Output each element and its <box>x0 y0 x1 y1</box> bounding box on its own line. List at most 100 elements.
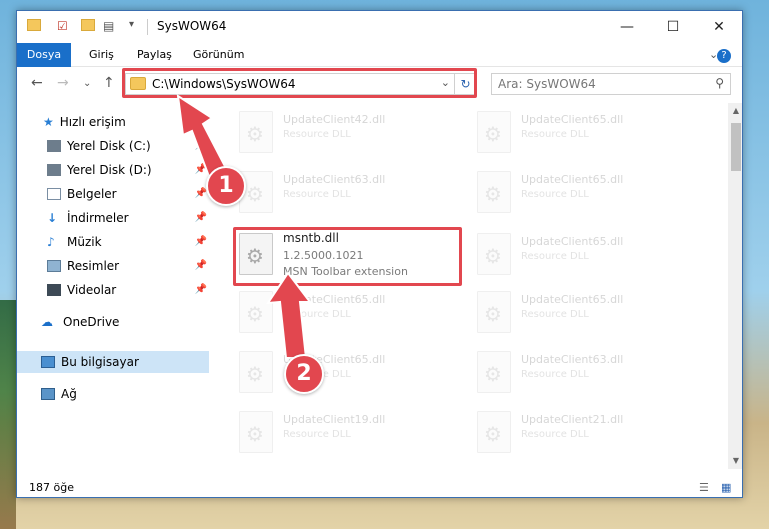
drive-icon <box>47 164 61 176</box>
file-item[interactable]: UpdateClient65.dll Resource DLL <box>473 229 693 281</box>
scroll-up-icon[interactable]: ▲ <box>728 103 742 119</box>
file-item[interactable]: UpdateClient42.dll Resource DLL <box>235 107 455 159</box>
maximize-button[interactable]: ☐ <box>650 11 696 43</box>
help-icon[interactable]: ? <box>717 43 731 67</box>
palm-tree-decoration <box>0 300 16 529</box>
music-note-icon: ♪ <box>47 235 55 249</box>
file-list: UpdateClient42.dll Resource DLL UpdateCl… <box>213 103 728 469</box>
file-item[interactable]: UpdateClient63.dll Resource DLL <box>473 347 693 399</box>
file-item[interactable]: UpdateClient63.dll Resource DLL <box>235 167 455 219</box>
file-name: UpdateClient65.dll <box>521 113 624 126</box>
network-icon <box>41 388 55 400</box>
dll-file-icon <box>477 351 511 393</box>
back-arrow-icon[interactable]: ← <box>31 75 43 91</box>
tab-share[interactable]: Paylaş <box>127 43 182 67</box>
file-item[interactable]: UpdateClient65.dll Resource DLL <box>235 287 455 339</box>
file-name: UpdateClient65.dll <box>283 293 386 306</box>
large-icons-view-icon[interactable]: ▦ <box>721 477 731 497</box>
pin-icon[interactable]: 📌 <box>195 231 207 253</box>
pin-icon[interactable]: 📌 <box>195 279 207 301</box>
up-arrow-icon[interactable]: ↑ <box>103 75 115 91</box>
sidebar-item-disk-d[interactable]: Yerel Disk (D:) 📌 <box>47 159 211 181</box>
file-description: Resource DLL <box>283 429 351 440</box>
properties-icon[interactable]: ☑ <box>57 19 68 33</box>
quick-access-dropdown-icon[interactable]: ▾ <box>129 19 134 30</box>
details-view-icon[interactable]: ☰ <box>699 477 709 497</box>
download-arrow-icon: ↓ <box>47 211 58 225</box>
sidebar-item-music[interactable]: ♪ Müzik 📌 <box>47 231 211 253</box>
file-name: UpdateClient63.dll <box>521 353 624 366</box>
tab-file[interactable]: Dosya <box>17 43 71 67</box>
sidebar-item-label: Ağ <box>61 387 77 401</box>
dll-file-icon <box>239 291 273 333</box>
sidebar-item-this-pc[interactable]: Bu bilgisayar <box>17 351 209 373</box>
dll-file-icon <box>477 411 511 453</box>
file-name: UpdateClient65.dll <box>521 173 624 186</box>
sidebar-quick-access[interactable]: ★ Hızlı erişim <box>43 111 126 133</box>
vertical-scrollbar[interactable]: ▲ ▼ <box>728 103 742 469</box>
picture-icon <box>47 260 61 272</box>
file-name: UpdateClient19.dll <box>283 413 386 426</box>
file-item[interactable]: UpdateClient21.dll Resource DLL <box>473 407 693 459</box>
sidebar-item-pictures[interactable]: Resimler 📌 <box>47 255 211 277</box>
file-description: Resource DLL <box>283 129 351 140</box>
sidebar-item-videos[interactable]: Videolar 📌 <box>47 279 211 301</box>
recent-locations-icon[interactable]: ⌄ <box>83 78 91 89</box>
star-icon: ★ <box>43 115 54 129</box>
file-item[interactable]: UpdateClient19.dll Resource DLL <box>235 407 455 459</box>
close-button[interactable]: ✕ <box>696 11 742 43</box>
sidebar-item-documents[interactable]: Belgeler 📌 <box>47 183 211 205</box>
dll-file-icon <box>477 171 511 213</box>
file-item[interactable]: UpdateClient65.dll Resource DLL <box>473 287 693 339</box>
file-name: UpdateClient21.dll <box>521 413 624 426</box>
title-separator <box>147 19 148 35</box>
sidebar-item-disk-c[interactable]: Yerel Disk (C:) 📌 <box>47 135 211 157</box>
drive-icon <box>47 140 61 152</box>
item-count: 187 öğe <box>29 481 74 494</box>
address-bar-highlight <box>122 68 477 98</box>
dll-file-icon <box>239 411 273 453</box>
scroll-down-icon[interactable]: ▼ <box>728 453 742 469</box>
tab-home[interactable]: Giriş <box>79 43 124 67</box>
title-bar: ☑ ▤ ▾ SysWOW64 — ☐ ✕ <box>17 11 742 43</box>
sidebar-item-label: OneDrive <box>63 315 120 329</box>
dll-file-icon <box>477 233 511 275</box>
search-icon[interactable]: ⚲ <box>715 76 724 90</box>
minimize-button[interactable]: — <box>604 11 650 43</box>
file-description: Resource DLL <box>521 369 589 380</box>
pin-icon[interactable]: 📌 <box>195 207 207 229</box>
new-folder-icon[interactable] <box>81 19 95 31</box>
file-item[interactable]: UpdateClient65.dll Resource DLL <box>473 167 693 219</box>
pin-icon[interactable]: 📌 <box>195 159 207 181</box>
navigation-pane: ★ Hızlı erişim Yerel Disk (C:) 📌 Yerel Di… <box>17 103 213 469</box>
file-item[interactable]: UpdateClient65.dll Resource DLL <box>473 107 693 159</box>
sidebar-item-label: İndirmeler <box>67 211 129 225</box>
file-description: Resource DLL <box>521 251 589 262</box>
file-item[interactable]: UpdateClient65.dll Resource DLL <box>235 347 455 399</box>
dll-file-icon <box>239 111 273 153</box>
scroll-thumb[interactable] <box>731 123 741 171</box>
search-box[interactable]: Ara: SysWOW64 ⚲ <box>491 73 731 95</box>
document-icon <box>47 188 61 200</box>
tab-view[interactable]: Görünüm <box>183 43 254 67</box>
dll-file-icon <box>477 111 511 153</box>
computer-icon <box>41 356 55 368</box>
sidebar-item-label: Videolar <box>67 283 117 297</box>
file-name: UpdateClient63.dll <box>283 173 386 186</box>
quick-access-customize-icon[interactable]: ▤ <box>103 19 114 33</box>
file-name: UpdateClient65.dll <box>521 293 624 306</box>
sidebar-item-onedrive[interactable]: ☁ OneDrive <box>41 311 119 333</box>
file-description: Resource DLL <box>521 309 589 320</box>
forward-arrow-icon[interactable]: → <box>57 75 69 91</box>
step-2-badge: 2 <box>284 354 324 394</box>
sidebar-item-label: Bu bilgisayar <box>61 355 139 369</box>
status-bar: 187 öğe ☰ ▦ <box>17 477 742 497</box>
sidebar-item-network[interactable]: Ağ <box>41 383 77 405</box>
pin-icon[interactable]: 📌 <box>195 135 207 157</box>
file-description: Resource DLL <box>283 189 351 200</box>
window-title: SysWOW64 <box>157 19 227 33</box>
pin-icon[interactable]: 📌 <box>195 255 207 277</box>
sidebar-item-downloads[interactable]: ↓ İndirmeler 📌 <box>47 207 211 229</box>
search-placeholder: Ara: SysWOW64 <box>498 77 596 91</box>
sidebar-item-label: Yerel Disk (D:) <box>67 163 152 177</box>
